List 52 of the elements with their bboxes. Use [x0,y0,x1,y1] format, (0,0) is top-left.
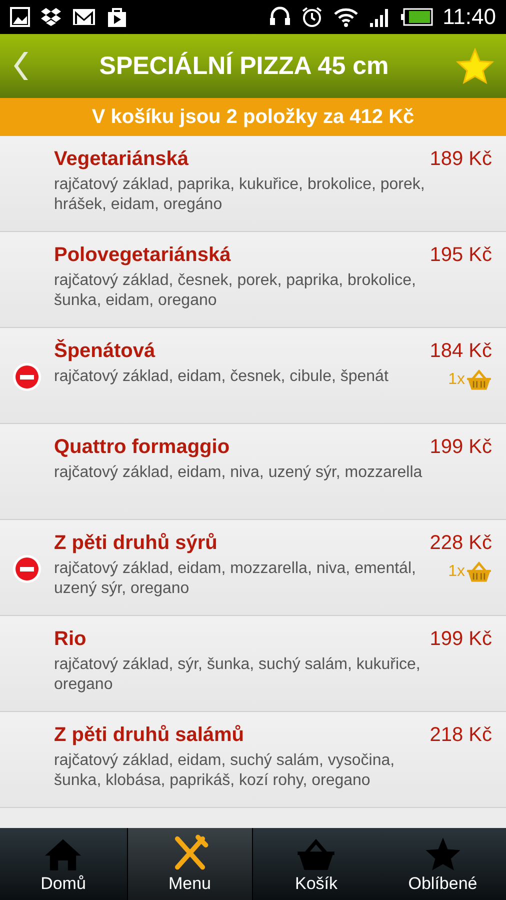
pizza-price: 199 Kč [430,436,492,459]
pizza-ingredients: rajčatový základ, eidam, suchý salám, vysočina, šunka, klobása, paprikáš, kozí rohy, oregano [54,751,396,791]
nav-tab[interactable]: Košík [253,828,380,900]
basket-icon [466,561,492,584]
wifi-icon [332,7,359,27]
pizza-price: 228 Kč [430,532,492,555]
pizza-ingredients: rajčatový základ, eidam, niva, uzený sýr, mozzarella [54,463,424,483]
pizza-price: 199 Kč [430,628,492,651]
pizza-ingredients: rajčatový základ, česnek, porek, paprika, brokolice, šunka, eidam, oregano [54,271,417,311]
pizza-list-item[interactable]: Rio rajčatový základ, sýr, šunka, suchý salám, kukuřice, oregano 199 Kč [0,616,506,712]
pizza-price: 184 Kč [430,340,492,363]
page-title: SPECIÁLNÍ PIZZA 45 cm [98,52,390,80]
pizza-name: Polovegetariánská [54,244,232,267]
remove-icon[interactable] [12,554,42,584]
pizza-list-item[interactable]: Vegetariánská rajčatový základ, paprika, kukuřice, brokolice, porek, hrášek, eidam, oregáno 189 Kč [0,136,506,232]
pizza-ingredients: rajčatový základ, eidam, mozzarella, niva, ementál, uzený sýr, oregano [54,559,417,599]
pizza-list-item[interactable]: Z pěti druhů sýrů rajčatový základ, eidam, mozzarella, niva, ementál, uzený sýr, oregano 228 Kč 1x [0,520,506,616]
pizza-ingredients: rajčatový základ, eidam, česnek, cibule, špenát [54,367,390,387]
battery-icon [400,8,433,26]
pizza-list-item[interactable]: Quattro formaggio rajčatový základ, eidam, niva, uzený sýr, mozzarella 199 Kč [0,424,506,520]
store-bag-icon [106,6,128,28]
cart-quantity: 1x [448,371,465,390]
nav-tab[interactable]: Domů [0,828,126,900]
dropbox-icon [40,7,62,27]
basket-icon [296,838,336,872]
pizza-name: Rio [54,628,88,651]
pizza-name: Špenátová [54,340,156,363]
pizza-name: Z pěti druhů sýrů [54,532,218,555]
signal-icon [368,7,391,27]
headset-icon [268,6,291,28]
pizza-ingredients: rajčatový základ, paprika, kukuřice, brokolice, porek, hrášek, eidam, oregáno [54,175,426,215]
pizza-list-item[interactable]: Z pěti druhů salámů rajčatový základ, eidam, suchý salám, vysočina, šunka, klobása, paprikáš, kozí rohy, oregano 218 Kč [0,712,506,808]
nav-tab[interactable]: Menu [126,828,253,900]
pizza-price: 195 Kč [430,244,492,267]
pizza-list-item[interactable]: Polovegetariánská rajčatový základ, česnek, porek, paprika, brokolice, šunka, eidam, oregano 195 Kč [0,232,506,328]
pizza-price: 218 Kč [430,724,492,747]
image-icon [10,7,30,27]
pizza-price: 189 Kč [430,148,492,171]
cart-quantity: 1x [448,563,465,582]
basket-icon [466,369,492,392]
remove-icon[interactable] [12,362,42,392]
pizza-list-item[interactable]: Špenátová rajčatový základ, eidam, česnek, cibule, špenát 184 Kč 1x [0,328,506,424]
star-icon [424,836,462,872]
pizza-name: Z pěti druhů salámů [54,724,246,747]
pizza-ingredients: rajčatový základ, sýr, šunka, suchý salám, kukuřice, oregano [54,655,422,695]
alarm-clock-icon [300,6,323,28]
nav-tab[interactable]: Oblíbené [380,828,506,900]
pizza-name: Vegetariánská [54,148,190,171]
pizza-name: Quattro formaggio [54,436,231,459]
star-icon[interactable] [456,48,494,84]
clock-time: 11:40 [442,4,496,30]
mail-icon [72,8,96,26]
